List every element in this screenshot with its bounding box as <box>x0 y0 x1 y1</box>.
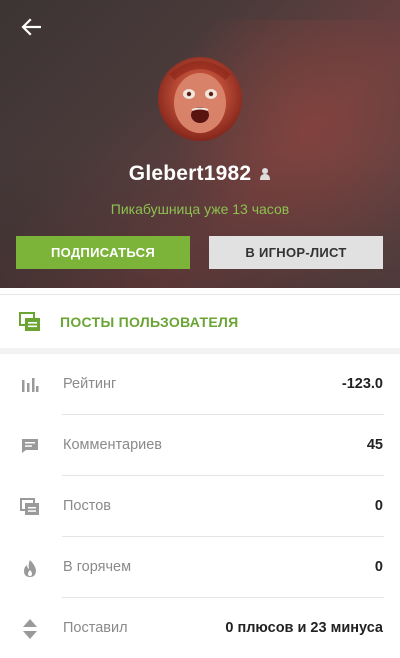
stat-value: 45 <box>366 437 383 453</box>
stat-label: Постов <box>63 498 111 514</box>
profile-header: Glebert1982 Пикабушница уже 13 часов ПОД… <box>0 0 400 288</box>
up-down-arrows-icon <box>20 619 40 639</box>
ignore-list-button[interactable]: В ИГНОР-ЛИСТ <box>209 236 383 269</box>
username: Glebert1982 <box>128 162 252 185</box>
posts-stack-icon <box>19 312 41 337</box>
flame-icon <box>20 558 40 578</box>
back-button[interactable] <box>16 12 46 42</box>
arrow-left-icon <box>21 18 41 36</box>
stat-row-posts: Постов 0 <box>0 476 400 537</box>
stat-row-hot: В горячем 0 <box>0 537 400 598</box>
stat-row-votes: Поставил 0 плюсов и 23 минуса <box>0 598 400 658</box>
stat-label: Поставил <box>63 620 128 636</box>
user-posts-label: ПОСТЫ ПОЛЬЗОВАТЕЛЯ <box>60 314 239 330</box>
stat-row-comments: Комментариев 45 <box>0 415 400 476</box>
username-row: Glebert1982 <box>0 160 400 188</box>
stat-value: 0 <box>374 498 383 514</box>
female-user-icon <box>260 168 271 180</box>
account-age-text: Пикабушница уже 13 часов <box>110 201 290 217</box>
stat-value: -123.0 <box>341 376 383 392</box>
user-posts-link[interactable]: ПОСТЫ ПОЛЬЗОВАТЕЛЯ <box>0 294 400 348</box>
stat-label: Комментариев <box>63 437 162 453</box>
bar-chart-icon <box>20 375 40 395</box>
stat-value: 0 плюсов и 23 минуса <box>225 620 383 636</box>
stat-label: Рейтинг <box>63 376 117 392</box>
stat-label: В горячем <box>63 559 132 575</box>
posts-stack-icon <box>20 497 40 517</box>
stats-list: Рейтинг -123.0 Комментариев 45 Постов 0 <box>0 354 400 658</box>
avatar[interactable] <box>158 57 242 141</box>
avatar-image <box>169 61 231 133</box>
stat-row-rating: Рейтинг -123.0 <box>0 354 400 415</box>
stat-value: 0 <box>374 559 383 575</box>
subscribe-button[interactable]: ПОДПИСАТЬСЯ <box>16 236 190 269</box>
comment-icon <box>20 436 40 456</box>
